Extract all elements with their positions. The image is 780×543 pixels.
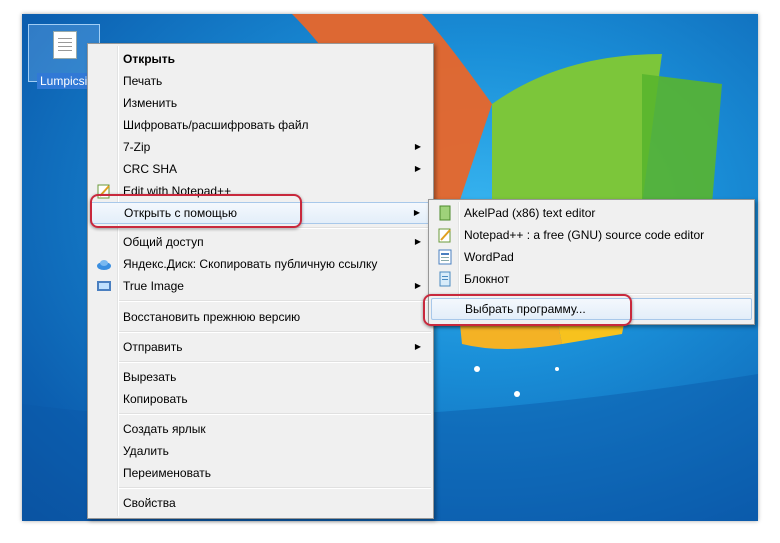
- menu-item-edit[interactable]: Изменить: [90, 92, 431, 114]
- notepadpp-icon: [438, 228, 451, 243]
- menu-item-crc-sha[interactable]: CRC SHA ▶: [90, 158, 431, 180]
- menu-item-create-shortcut[interactable]: Создать ярлык: [90, 418, 431, 440]
- submenu-item-wordpad[interactable]: WordPad: [431, 246, 752, 268]
- menu-item-restore-version[interactable]: Восстановить прежнюю версию: [90, 306, 431, 328]
- submenu-arrow-icon: ▶: [414, 237, 421, 246]
- menu-item-7zip[interactable]: 7-Zip ▶: [90, 136, 431, 158]
- menu-item-send-to[interactable]: Отправить ▶: [90, 336, 431, 358]
- yandex-disk-icon: [97, 260, 111, 270]
- submenu-item-notepad[interactable]: Блокнот: [431, 268, 752, 290]
- menu-item-delete[interactable]: Удалить: [90, 440, 431, 462]
- menu-item-share[interactable]: Общий доступ ▶: [90, 231, 431, 253]
- menu-item-encrypt[interactable]: Шифровать/расшифровать файл: [90, 114, 431, 136]
- menu-item-open[interactable]: Открыть: [90, 48, 431, 70]
- red-highlight-frame: [90, 194, 302, 228]
- submenu-arrow-icon: ▶: [414, 342, 421, 351]
- menu-item-print[interactable]: Печать: [90, 70, 431, 92]
- true-image-icon: [97, 281, 111, 291]
- menu-separator: [119, 413, 431, 415]
- menu-separator: [119, 331, 431, 333]
- submenu-item-akelpad[interactable]: AkelPad (x86) text editor: [431, 202, 752, 224]
- submenu-arrow-icon: ▶: [414, 164, 421, 173]
- menu-item-cut[interactable]: Вырезать: [90, 366, 431, 388]
- akelpad-icon: [439, 205, 451, 221]
- menu-item-properties[interactable]: Свойства: [90, 492, 431, 514]
- submenu-arrow-icon: ▶: [414, 142, 421, 151]
- context-menu: Открыть Печать Изменить Шифровать/расшиф…: [87, 43, 434, 519]
- wordpad-icon: [438, 249, 452, 265]
- menu-item-copy[interactable]: Копировать: [90, 388, 431, 410]
- menu-item-yandex-disk[interactable]: Яндекс.Диск: Скопировать публичную ссылк…: [90, 253, 431, 275]
- menu-item-true-image[interactable]: True Image ▶: [90, 275, 431, 297]
- document-icon: [53, 31, 77, 59]
- submenu-arrow-icon: ▶: [414, 281, 421, 290]
- red-highlight-frame: [423, 294, 632, 326]
- menu-separator: [119, 300, 431, 302]
- menu-item-rename[interactable]: Переименовать: [90, 462, 431, 484]
- menu-separator: [119, 487, 431, 489]
- notepad-icon: [439, 271, 451, 287]
- submenu-item-notepadpp[interactable]: Notepad++ : a free (GNU) source code edi…: [431, 224, 752, 246]
- menu-separator: [119, 361, 431, 363]
- submenu-arrow-icon: ▶: [413, 208, 420, 217]
